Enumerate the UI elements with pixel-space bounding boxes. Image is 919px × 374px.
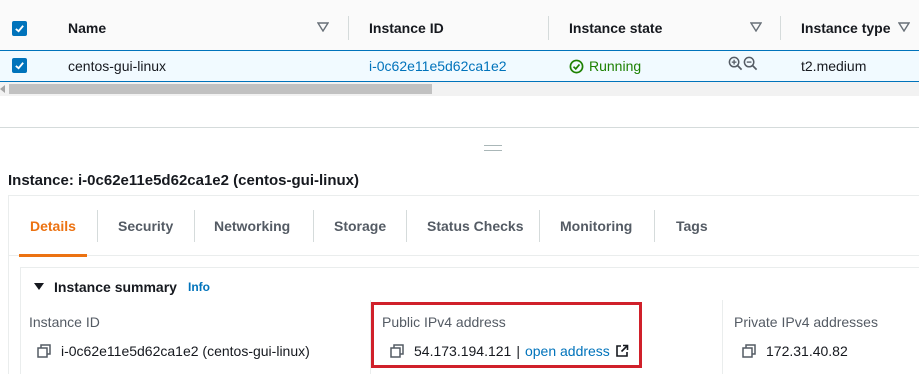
instance-id-value: i-0c62e11e5d62ca1e2 (centos-gui-linux) <box>61 343 310 359</box>
status-label: Running <box>589 58 642 74</box>
cell-instance-state: Running <box>569 51 641 81</box>
tabs-bar: Details Security Networking Storage Stat… <box>9 196 919 257</box>
tab-divider <box>313 210 314 242</box>
tab-label: Networking <box>214 218 291 234</box>
tab-divider <box>194 210 195 242</box>
tab-status-checks[interactable]: Status Checks <box>427 196 523 256</box>
column-header-instance-state[interactable]: Instance state <box>569 0 662 55</box>
tab-label: Status Checks <box>427 218 524 234</box>
scroll-left-arrow-icon[interactable] <box>0 85 5 93</box>
row-checkbox[interactable] <box>12 58 27 73</box>
resize-handle-icon[interactable] <box>484 145 502 151</box>
cell-instance-type: t2.medium <box>801 58 867 74</box>
column-label: Instance ID <box>369 19 444 36</box>
copy-icon[interactable] <box>742 344 756 358</box>
tab-label: Storage <box>334 218 387 234</box>
sort-down-icon[interactable] <box>898 22 910 32</box>
tab-details[interactable]: Details <box>19 196 87 257</box>
instance-detail-title: Instance: i-0c62e11e5d62ca1e2 (centos-gu… <box>8 172 359 189</box>
tab-security[interactable]: Security <box>118 196 173 256</box>
instance-id-link[interactable]: i-0c62e11e5d62ca1e2 <box>369 51 507 81</box>
column-header-instance-id[interactable]: Instance ID <box>369 0 444 55</box>
column-divider[interactable] <box>780 16 781 40</box>
instance-summary-toggle[interactable]: Instance summary <box>34 279 177 295</box>
column-header-instance-type[interactable]: Instance type <box>801 0 890 55</box>
table-row[interactable]: centos-gui-linux i-0c62e11e5d62ca1e2 Run… <box>0 50 919 82</box>
tab-label: Details <box>30 218 76 234</box>
info-link[interactable]: Info <box>188 280 210 294</box>
column-label: Name <box>68 19 107 36</box>
field-label-private-ipv4: Private IPv4 addresses <box>734 314 878 330</box>
table-header: Name Instance ID Instance state Instance… <box>0 0 919 55</box>
zoom-out-icon[interactable] <box>743 56 758 71</box>
copy-icon[interactable] <box>37 344 51 358</box>
summary-title: Instance summary <box>54 279 177 295</box>
horizontal-scrollbar[interactable] <box>0 82 919 96</box>
column-divider <box>722 300 723 374</box>
tab-storage[interactable]: Storage <box>334 196 386 256</box>
field-value-instance-id: i-0c62e11e5d62ca1e2 (centos-gui-linux) <box>37 343 310 359</box>
column-header-name[interactable]: Name <box>68 0 106 55</box>
check-circle-icon <box>569 59 584 73</box>
tab-divider <box>406 210 407 242</box>
tab-networking[interactable]: Networking <box>214 196 290 256</box>
highlight-box <box>371 302 642 368</box>
cell-name: centos-gui-linux <box>68 58 167 74</box>
tab-monitoring[interactable]: Monitoring <box>560 196 632 256</box>
split-divider <box>0 127 919 128</box>
tab-divider <box>97 210 98 242</box>
column-label: Instance type <box>801 19 891 36</box>
field-value-private-ipv4: 172.31.40.82 <box>742 343 848 359</box>
sort-down-icon[interactable] <box>317 22 329 32</box>
tab-divider <box>539 210 540 242</box>
tab-tags[interactable]: Tags <box>676 196 708 256</box>
select-all-checkbox[interactable] <box>12 21 27 36</box>
column-label: Instance state <box>569 19 663 36</box>
sort-down-icon[interactable] <box>750 22 762 32</box>
tab-divider <box>654 210 655 242</box>
zoom-controls <box>728 56 758 71</box>
active-tab-indicator <box>19 254 87 257</box>
zoom-in-icon[interactable] <box>728 56 743 71</box>
column-divider[interactable] <box>348 16 349 40</box>
tab-label: Security <box>118 218 174 234</box>
scrollbar-thumb[interactable] <box>9 84 432 94</box>
check-icon <box>15 62 24 70</box>
field-label-instance-id: Instance ID <box>29 314 100 330</box>
check-icon <box>15 25 24 33</box>
private-ip-value: 172.31.40.82 <box>766 343 848 359</box>
column-divider[interactable] <box>548 16 549 40</box>
tab-label: Monitoring <box>560 218 633 234</box>
caret-down-icon <box>34 283 44 290</box>
tab-label: Tags <box>676 218 708 234</box>
